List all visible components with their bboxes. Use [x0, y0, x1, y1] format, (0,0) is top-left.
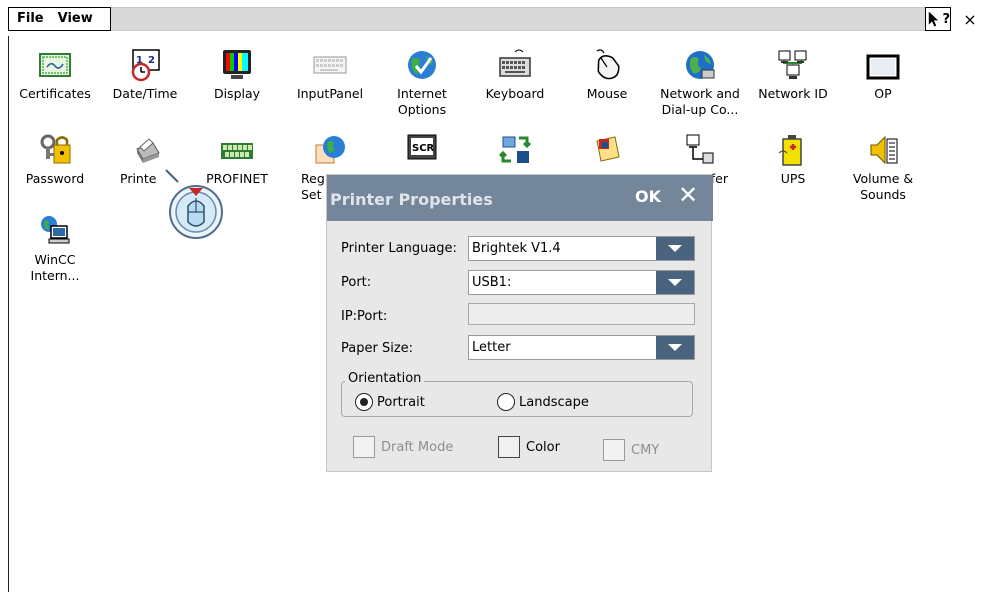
port-dropdown[interactable]: USB1:: [468, 270, 695, 295]
icon-password[interactable]: Password: [14, 133, 96, 187]
window-left-edge: [8, 36, 9, 592]
panel-icon: [865, 48, 901, 82]
svg-text:SCR: SCR: [412, 143, 435, 154]
network-globe-icon: [682, 48, 718, 82]
icon-keyboard[interactable]: Keyboard: [474, 48, 556, 102]
dropdown-arrow-icon[interactable]: [656, 336, 694, 359]
icon-network-id[interactable]: Network ID: [752, 48, 834, 102]
icon-label: OP: [874, 86, 892, 101]
icon-label: WinCC Intern...: [30, 252, 80, 283]
keyboard-icon: [497, 48, 533, 82]
media-icon: [589, 133, 625, 167]
checkbox-box: [353, 436, 375, 458]
icon-label: Password: [25, 171, 85, 186]
input-panel-icon: [312, 48, 348, 82]
paper-size-value: Letter: [472, 340, 511, 355]
help-button[interactable]: ?: [925, 7, 951, 31]
icon-network-dialup[interactable]: Network and Dial-up Co...: [656, 48, 744, 118]
draft-mode-checkbox[interactable]: Draft Mode: [353, 436, 453, 458]
draft-mode-label: Draft Mode: [381, 439, 454, 455]
menu-bar-fill: [111, 7, 951, 31]
wincc-globe-computer-icon: [37, 214, 73, 248]
monitor-icon: [219, 48, 255, 82]
menu-view[interactable]: View: [50, 8, 99, 30]
printer-language-label: Printer Language:: [341, 241, 457, 256]
icon-label: Network ID: [758, 86, 828, 101]
icon-label: Internet Options: [397, 86, 447, 117]
paper-size-label: Paper Size:: [341, 341, 414, 356]
icon-label: Network and Dial-up Co...: [660, 86, 740, 117]
icon-label: Certificates: [19, 86, 91, 101]
icon-mouse[interactable]: Mouse: [566, 48, 648, 102]
radio-selected-icon: [355, 393, 373, 411]
certificate-icon: [37, 48, 73, 82]
icon-date-time[interactable]: 12 Date/Time: [104, 48, 186, 102]
icon-wincc-internet[interactable]: WinCC Intern...: [14, 214, 96, 284]
calendar-clock-icon: 12: [127, 48, 163, 82]
icon-volume-sounds[interactable]: Volume & Sounds: [842, 133, 924, 203]
orientation-label: Orientation: [345, 371, 425, 386]
icon-media[interactable]: [566, 133, 648, 171]
close-button[interactable]: ×: [958, 7, 982, 31]
icon-label: Date/Time: [112, 86, 178, 101]
printer-icon: [127, 133, 163, 167]
icon-op[interactable]: OP: [842, 48, 924, 102]
checkbox-box: [603, 439, 625, 461]
icon-certificates[interactable]: Certificates: [14, 48, 96, 102]
dialog-close-button[interactable]: ✕: [678, 181, 698, 209]
color-checkbox[interactable]: Color: [498, 436, 560, 458]
printer-properties-dialog: Printer Properties OK ✕ Printer Language…: [326, 174, 713, 472]
touch-pointer-icon: [164, 168, 224, 244]
icon-display[interactable]: Display: [196, 48, 278, 102]
dropdown-arrow-icon[interactable]: [656, 237, 694, 260]
portrait-label: Portrait: [377, 394, 425, 410]
color-label: Color: [526, 439, 560, 455]
portrait-radio[interactable]: Portrait: [355, 393, 425, 411]
network-computers-icon: [775, 48, 811, 82]
menu-file[interactable]: File: [9, 8, 50, 30]
icon-label: UPS: [780, 171, 806, 186]
dialog-titlebar: Printer Properties OK ✕: [327, 175, 713, 221]
ipport-label: IP:Port:: [341, 309, 388, 324]
port-label: Port:: [341, 275, 372, 290]
icon-screensaver[interactable]: SCR: [381, 133, 463, 171]
checkbox-box: [498, 436, 520, 458]
paper-size-dropdown[interactable]: Letter: [468, 335, 695, 360]
icon-label: Display: [213, 86, 261, 101]
icon-transfer-arrows[interactable]: [474, 133, 556, 171]
port-value: USB1:: [472, 275, 512, 290]
icon-internet-options[interactable]: Internet Options: [381, 48, 463, 118]
cmy-checkbox[interactable]: CMY: [603, 439, 659, 461]
screensaver-icon: SCR: [404, 133, 440, 167]
ok-button[interactable]: OK: [635, 187, 661, 206]
icon-inputpanel[interactable]: InputPanel: [289, 48, 371, 102]
cmy-label: CMY: [631, 442, 660, 458]
icon-ups[interactable]: UPS: [752, 133, 834, 187]
menu-box: File View: [8, 7, 111, 31]
speaker-icon: [865, 133, 901, 167]
landscape-radio[interactable]: Landscape: [497, 393, 589, 411]
icon-label: Keyboard: [485, 86, 545, 101]
icon-label: InputPanel: [296, 86, 364, 101]
dialog-title: Printer Properties: [330, 190, 493, 209]
menu-bar: File View ? ×: [0, 0, 982, 36]
transfer-arrows-icon: [497, 133, 533, 167]
printer-language-dropdown[interactable]: Brightek V1.4: [468, 236, 695, 261]
battery-icon: [775, 133, 811, 167]
ipport-input[interactable]: [468, 303, 695, 325]
icon-label: Mouse: [586, 86, 628, 101]
profinet-icon: [219, 133, 255, 167]
dropdown-arrow-icon[interactable]: [656, 271, 694, 294]
regional-globe-icon: [312, 133, 348, 167]
globe-check-icon: [404, 48, 440, 82]
printer-language-value: Brightek V1.4: [472, 241, 561, 256]
landscape-label: Landscape: [519, 394, 589, 410]
transfer-computer-icon: [681, 133, 717, 167]
help-question-mark: ?: [942, 11, 950, 27]
keys-icon: [37, 133, 73, 167]
radio-unselected-icon: [497, 393, 515, 411]
svg-text:2: 2: [148, 55, 155, 66]
icon-label: Volume & Sounds: [852, 171, 914, 202]
mouse-icon: [589, 48, 625, 82]
